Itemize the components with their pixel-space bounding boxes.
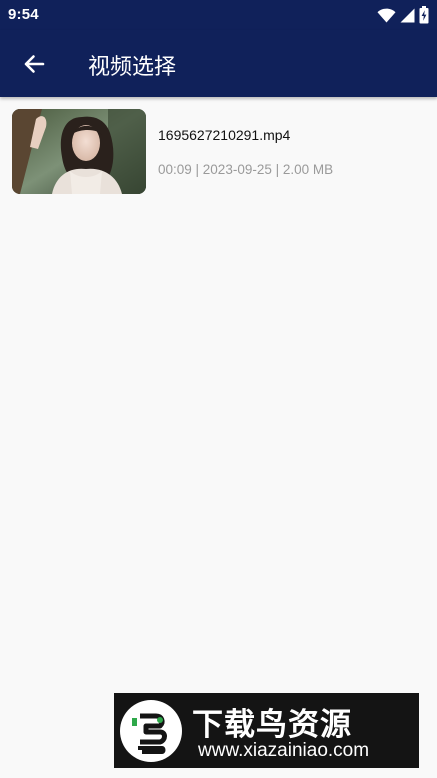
video-list-item[interactable]: 1695627210291.mp4 00:09 | 2023-09-25 | 2… [0, 100, 437, 202]
watermark-url: www.xiazainiao.com [198, 740, 370, 761]
video-thumbnail [12, 109, 146, 194]
status-icons [377, 6, 429, 24]
video-meta: 00:09 | 2023-09-25 | 2.00 MB [158, 162, 334, 177]
battery-charging-icon [419, 6, 429, 24]
status-bar: 9:54 [0, 0, 437, 30]
cell-signal-icon [400, 8, 415, 22]
arrow-left-icon [24, 55, 45, 73]
page-title: 视频选择 [88, 55, 177, 80]
status-time: 9:54 [8, 6, 39, 23]
watermark-logo-icon [120, 700, 182, 762]
wifi-icon [377, 8, 396, 22]
watermark-title: 下载鸟资源 [192, 707, 352, 743]
watermark-banner: 下载鸟资源 www.xiazainiao.com [114, 693, 419, 768]
video-file-name: 1695627210291.mp4 [158, 127, 291, 143]
app-bar: 视频选择 [0, 30, 437, 97]
back-button[interactable] [14, 44, 54, 84]
